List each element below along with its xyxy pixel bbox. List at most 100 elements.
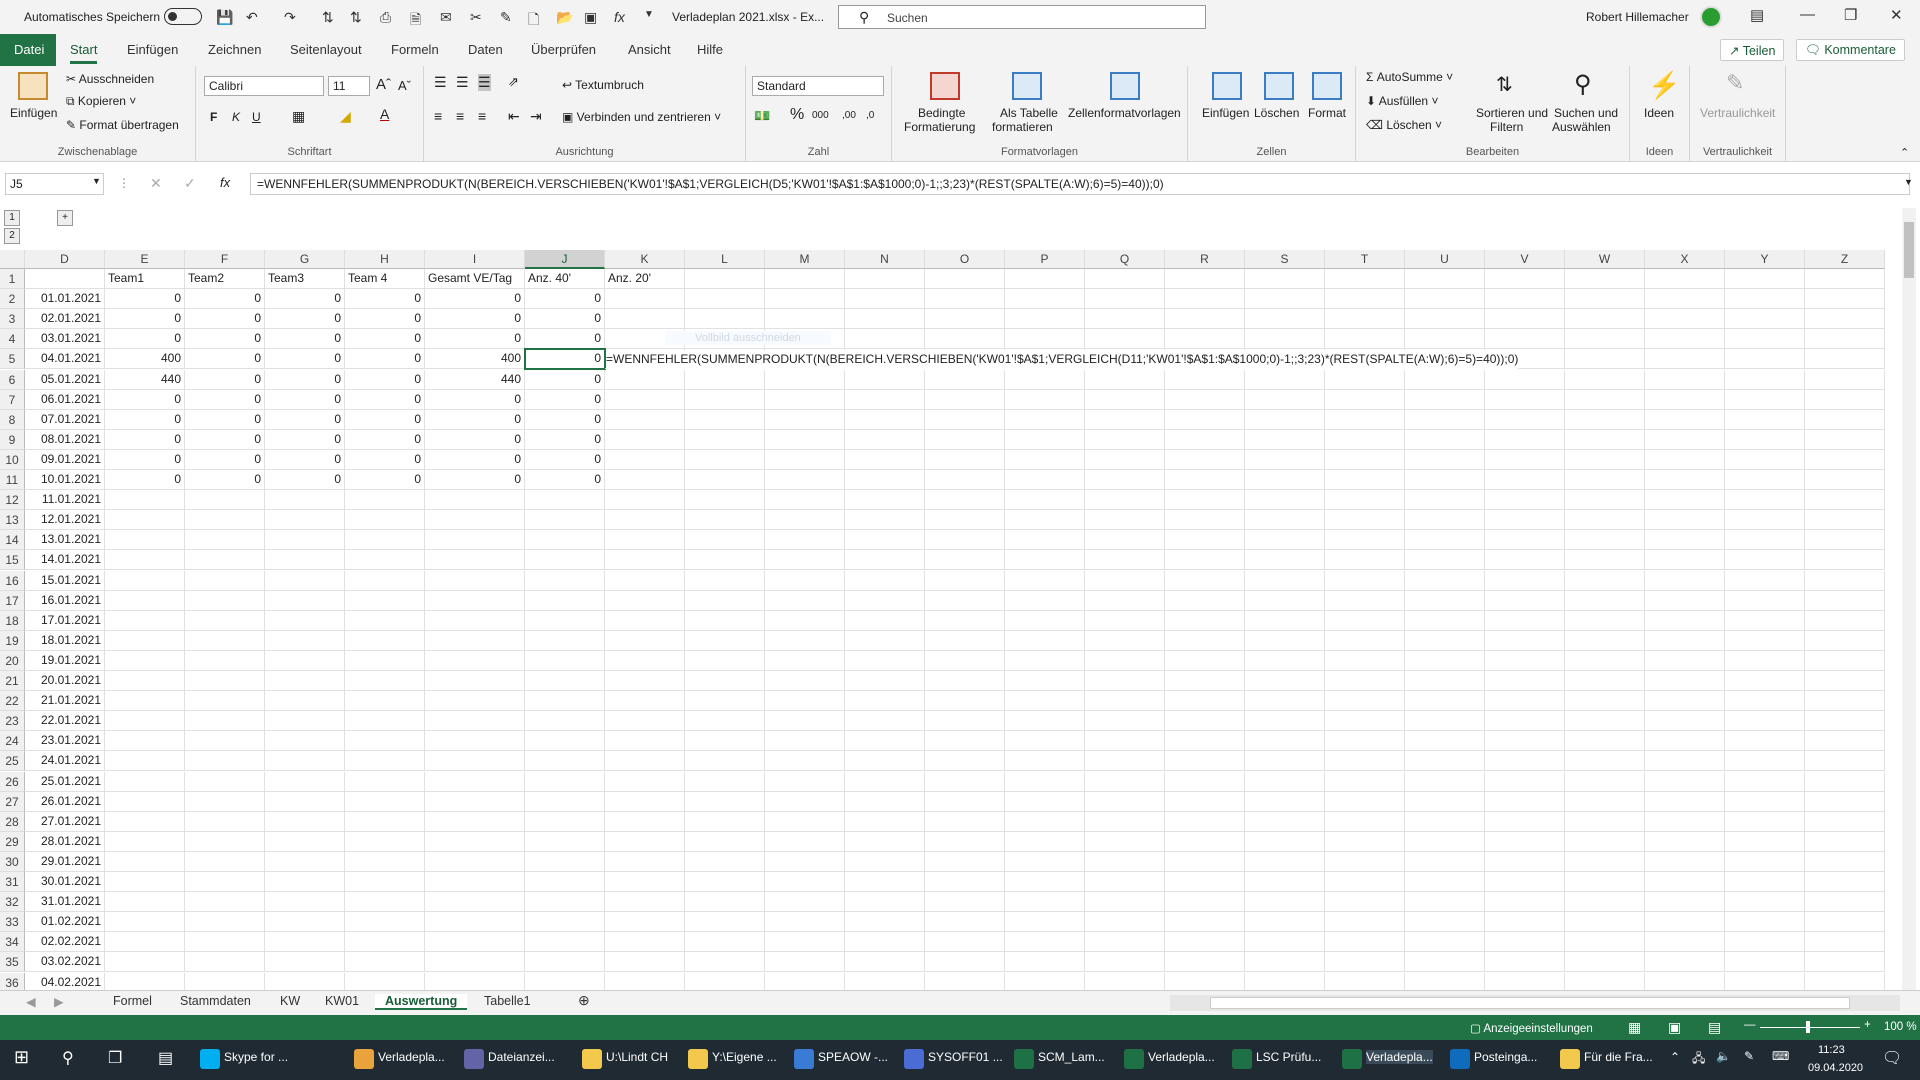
table-cell[interactable]: 22.01.2021: [25, 711, 105, 732]
table-cell[interactable]: [925, 530, 1005, 551]
column-header-r[interactable]: R: [1165, 250, 1245, 269]
tab-page-layout[interactable]: Seitenlayout: [290, 42, 362, 57]
table-cell[interactable]: [1085, 409, 1165, 430]
table-cell[interactable]: [345, 671, 425, 692]
table-cell[interactable]: [1645, 932, 1725, 953]
table-cell[interactable]: [1325, 892, 1405, 913]
add-sheet-icon[interactable]: ⊕: [578, 992, 590, 1009]
table-cell[interactable]: [1565, 530, 1645, 551]
table-cell[interactable]: [845, 389, 925, 410]
table-cell[interactable]: [605, 429, 685, 450]
table-cell[interactable]: [845, 751, 925, 772]
outline-level-1[interactable]: 1: [4, 210, 20, 226]
table-cell[interactable]: [525, 791, 605, 812]
table-cell[interactable]: 0: [105, 429, 185, 450]
table-cell[interactable]: [345, 912, 425, 933]
table-cell[interactable]: [1485, 409, 1565, 430]
row-header[interactable]: 16: [0, 570, 25, 591]
table-cell[interactable]: 0: [265, 409, 345, 430]
taskbar-app-icon[interactable]: [354, 1049, 374, 1069]
table-cell[interactable]: 15.01.2021: [25, 570, 105, 591]
table-cell[interactable]: [105, 711, 185, 732]
table-cell[interactable]: [765, 932, 845, 953]
table-cell[interactable]: [265, 912, 345, 933]
table-cell[interactable]: [1085, 671, 1165, 692]
table-cell[interactable]: [605, 671, 685, 692]
table-cell[interactable]: [345, 691, 425, 712]
align-left-icon[interactable]: ≡: [434, 108, 442, 124]
table-cell[interactable]: [1005, 711, 1085, 732]
table-cell[interactable]: [1805, 711, 1885, 732]
table-cell[interactable]: [1405, 892, 1485, 913]
table-cell[interactable]: 0: [345, 449, 425, 470]
table-cell[interactable]: [765, 711, 845, 732]
table-cell[interactable]: [185, 610, 265, 631]
table-cell[interactable]: [1245, 791, 1325, 812]
row-header[interactable]: 35: [0, 952, 25, 973]
table-cell[interactable]: [425, 650, 525, 671]
table-cell[interactable]: 03.02.2021: [25, 952, 105, 973]
sort-desc-icon[interactable]: ⇅: [350, 9, 362, 26]
row-header[interactable]: 19: [0, 630, 25, 651]
taskbar-search-icon[interactable]: ⚲: [62, 1048, 74, 1068]
table-cell[interactable]: [685, 309, 765, 330]
table-cell[interactable]: [265, 892, 345, 913]
table-cell[interactable]: 02.01.2021: [25, 309, 105, 330]
table-cell[interactable]: [1405, 570, 1485, 591]
share-button[interactable]: ↗ Teilen: [1720, 39, 1785, 61]
table-cell[interactable]: [1165, 490, 1245, 511]
table-cell[interactable]: 0: [185, 389, 265, 410]
table-cell[interactable]: [525, 590, 605, 611]
table-cell[interactable]: [1245, 289, 1325, 310]
row-header[interactable]: 29: [0, 831, 25, 852]
table-cell[interactable]: [1245, 369, 1325, 390]
table-cell[interactable]: [1005, 791, 1085, 812]
table-cell[interactable]: [1645, 630, 1725, 651]
table-cell[interactable]: [265, 590, 345, 611]
tab-draw[interactable]: Zeichnen: [208, 42, 261, 57]
table-cell[interactable]: [845, 570, 925, 591]
table-cell[interactable]: [685, 831, 765, 852]
volume-icon[interactable]: 🔈: [1716, 1049, 1731, 1063]
table-cell[interactable]: [525, 811, 605, 832]
table-cell[interactable]: [105, 952, 185, 973]
table-cell[interactable]: [845, 811, 925, 832]
table-cell[interactable]: 24.01.2021: [25, 751, 105, 772]
table-cell[interactable]: [1725, 409, 1805, 430]
table-cell[interactable]: [1725, 490, 1805, 511]
table-cell[interactable]: 0: [265, 389, 345, 410]
align-right-icon[interactable]: ≡: [478, 108, 486, 124]
table-cell[interactable]: [1805, 550, 1885, 571]
table-cell[interactable]: [1725, 892, 1805, 913]
table-cell[interactable]: [1565, 650, 1645, 671]
table-cell[interactable]: [925, 972, 1005, 990]
header-cell[interactable]: [1565, 269, 1645, 290]
table-cell[interactable]: [185, 972, 265, 990]
table-cell[interactable]: [1005, 952, 1085, 973]
expand-formula-icon[interactable]: ▼: [1904, 177, 1913, 187]
table-cell[interactable]: [185, 811, 265, 832]
avatar[interactable]: [1700, 6, 1722, 28]
table-cell[interactable]: [1165, 791, 1245, 812]
clock-time[interactable]: 11:23: [1818, 1044, 1845, 1056]
wrap-text-button[interactable]: ↩ Textumbruch: [562, 78, 644, 92]
row-header[interactable]: 25: [0, 751, 25, 772]
table-cell[interactable]: [1565, 811, 1645, 832]
table-cell[interactable]: [685, 490, 765, 511]
table-cell[interactable]: [1405, 490, 1485, 511]
column-header-v[interactable]: V: [1485, 250, 1565, 269]
table-cell[interactable]: [1085, 972, 1165, 990]
table-cell[interactable]: [605, 650, 685, 671]
table-cell[interactable]: [605, 972, 685, 990]
table-cell[interactable]: [1565, 972, 1645, 990]
table-cell[interactable]: [1725, 671, 1805, 692]
taskbar-app-icon[interactable]: [794, 1049, 814, 1069]
table-cell[interactable]: [105, 791, 185, 812]
row-header[interactable]: 20: [0, 650, 25, 671]
table-cell[interactable]: [925, 389, 1005, 410]
table-cell[interactable]: [265, 510, 345, 531]
increase-indent-icon[interactable]: ⇥: [530, 108, 542, 125]
table-cell[interactable]: [1725, 309, 1805, 330]
table-cell[interactable]: [1645, 610, 1725, 631]
table-cell[interactable]: [1405, 650, 1485, 671]
